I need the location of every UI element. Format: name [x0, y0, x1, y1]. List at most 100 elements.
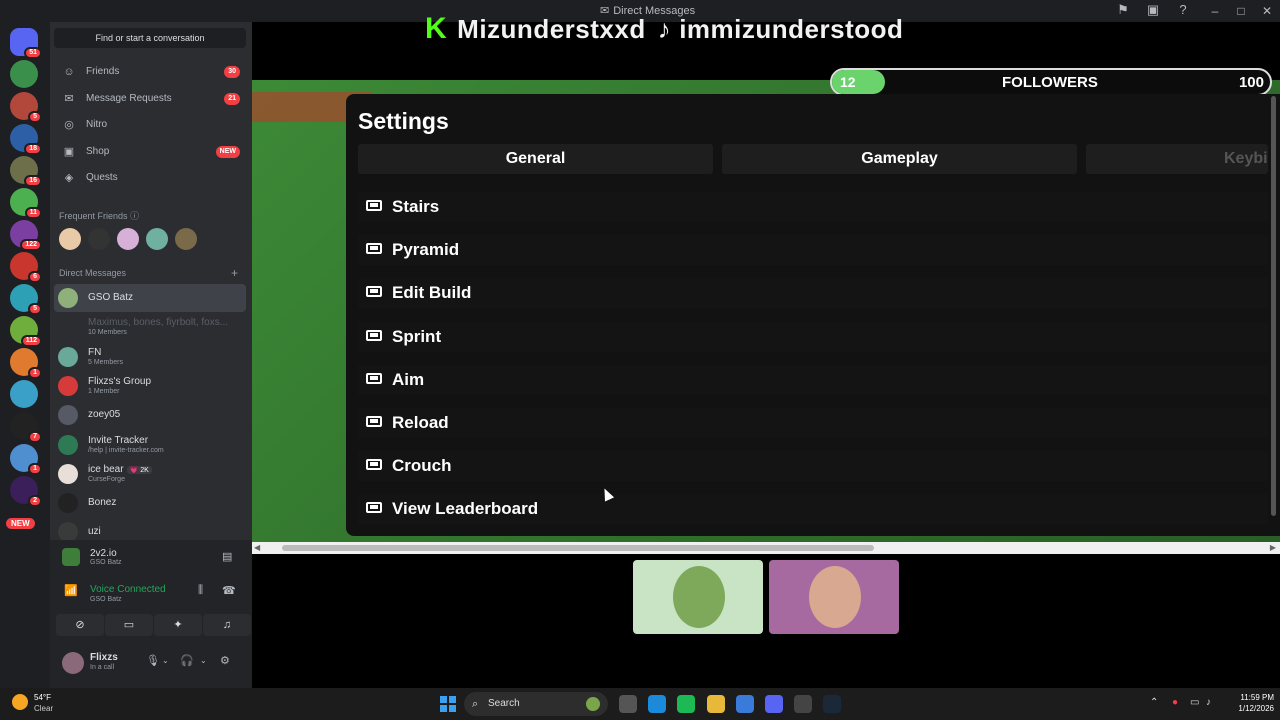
keybind-row[interactable]: Reload	[358, 408, 1268, 438]
sidebar-item-quests[interactable]: ◈ Quests	[54, 166, 246, 190]
avatar[interactable]	[62, 652, 84, 674]
start-icon[interactable]	[440, 696, 456, 712]
avatar[interactable]	[146, 228, 168, 250]
speaker-icon[interactable]: ♪	[1206, 697, 1211, 708]
microphone-icon[interactable]: 🎙	[146, 654, 160, 667]
sidebar-item-shop[interactable]: ▣ Shop NEW	[54, 140, 246, 164]
gear-icon[interactable]: ⚙	[220, 654, 230, 667]
chevron-down-icon[interactable]: ⌄	[200, 656, 207, 665]
keybind-row[interactable]: Edit Build	[358, 278, 1268, 309]
chevron-down-icon[interactable]: ⌄	[162, 656, 169, 665]
help-icon[interactable]: ?	[1174, 2, 1192, 18]
headphones-icon[interactable]: 🎧	[180, 654, 194, 667]
server-icon[interactable]: 51	[10, 28, 42, 59]
file-explorer-icon[interactable]	[706, 695, 725, 713]
discord-icon[interactable]	[765, 695, 783, 713]
scroll-left-icon[interactable]: ◀	[254, 542, 260, 554]
server-icon[interactable]: 2	[10, 476, 42, 507]
find-conversation-button[interactable]: Find or start a conversation	[54, 28, 246, 48]
keybind-row[interactable]: Sprint	[358, 321, 1268, 352]
store-icon[interactable]	[735, 695, 754, 713]
dm-item[interactable]: Maximus, bones, fiyrbolt, foxs... 10 Memb…	[54, 313, 246, 341]
server-icon[interactable]: 112	[10, 316, 42, 347]
disconnect-icon[interactable]: ☎	[222, 584, 236, 597]
tab-general[interactable]: General	[358, 144, 713, 174]
server-icon[interactable]	[10, 380, 38, 408]
dm-item[interactable]: Flixzs's Group 1 Member	[54, 372, 246, 400]
server-icon[interactable]: 1	[10, 444, 42, 475]
screen-share-icon: ▭	[123, 619, 135, 631]
vertical-scrollbar[interactable]	[1271, 96, 1276, 516]
noise-suppression-icon[interactable]: ⫼	[198, 584, 203, 597]
keybind-row[interactable]: View Leaderboard	[358, 494, 1268, 525]
steam-icon[interactable]	[823, 695, 842, 713]
server-icon[interactable]: 1	[10, 348, 42, 379]
soundboard-button[interactable]: ♫	[203, 614, 251, 636]
task-view-icon[interactable]	[619, 695, 637, 713]
participant-tile[interactable]	[633, 560, 763, 634]
sidebar-item-nitro[interactable]: ◎ Nitro	[54, 113, 246, 137]
avatar[interactable]	[88, 228, 110, 250]
horizontal-scrollbar[interactable]: ◀ ▶	[252, 542, 1280, 554]
avatar[interactable]	[59, 228, 81, 250]
add-dm-button[interactable]: +	[231, 266, 238, 280]
server-icon[interactable]: 5	[10, 92, 42, 123]
participant-tile[interactable]	[769, 560, 899, 634]
sidebar-item-message-requests[interactable]: ✉ Message Requests 21	[54, 87, 246, 111]
unread-badge: 18	[24, 143, 42, 155]
keybind-row[interactable]: Stairs	[358, 192, 1268, 222]
maximize-icon[interactable]: □	[1228, 2, 1254, 20]
server-icon[interactable]: 7	[10, 412, 42, 443]
dm-item[interactable]: ice bear 💗 2K CurseForge	[54, 460, 246, 488]
followers-current: 12	[840, 74, 856, 90]
dm-item[interactable]: Bonez	[54, 489, 246, 517]
game-activity-icon[interactable]: ▤	[222, 550, 232, 563]
scroll-right-icon[interactable]: ▶	[1270, 542, 1276, 554]
server-icon[interactable]: 11	[10, 188, 42, 219]
server-icon[interactable]	[10, 60, 38, 88]
server-icon[interactable]: 18	[10, 124, 42, 155]
keybind-label: Edit Build	[392, 283, 472, 303]
unread-badge: 122	[20, 239, 42, 251]
keyboard-icon	[366, 416, 382, 427]
dm-item[interactable]: Invite Tracker/help | invite-tracker.com	[54, 431, 246, 459]
dm-item[interactable]: zoey05	[54, 401, 246, 429]
dm-item[interactable]: GSO Batz	[54, 284, 246, 312]
server-icon[interactable]: 122	[10, 220, 42, 251]
server-icon[interactable]: 5	[10, 284, 42, 315]
camera-off-button[interactable]: ⊘	[56, 614, 104, 636]
scroll-thumb[interactable]	[282, 545, 874, 551]
clock[interactable]: 11:59 PM 1/12/2026	[1222, 692, 1274, 714]
spotify-icon[interactable]	[677, 695, 696, 713]
display-icon[interactable]: ▭	[1190, 697, 1199, 708]
chrome-icon[interactable]	[794, 695, 813, 713]
edge-icon[interactable]	[648, 695, 667, 713]
server-icon[interactable]: 6	[10, 252, 42, 283]
keybind-row[interactable]: Crouch	[358, 451, 1268, 482]
avatar[interactable]	[117, 228, 139, 250]
microphone-icon[interactable]: ●	[1172, 697, 1178, 708]
taskbar-search[interactable]: ⌕ Search	[464, 692, 608, 716]
inbox-icon[interactable]: ⚑	[1114, 2, 1132, 18]
screen-icon[interactable]: ▣	[1144, 2, 1162, 18]
activities-button[interactable]: ✦	[154, 614, 202, 636]
avatar	[58, 346, 78, 367]
server-icon[interactable]: 16	[10, 156, 42, 187]
tab-gameplay[interactable]: Gameplay	[722, 144, 1077, 174]
info-icon[interactable]: ⓘ	[130, 211, 139, 221]
screen-share-button[interactable]: ▭	[105, 614, 153, 636]
avatar[interactable]	[175, 228, 197, 250]
close-icon[interactable]: ✕	[1254, 2, 1280, 20]
minimize-icon[interactable]: –	[1202, 2, 1228, 20]
keybind-row[interactable]: Pyramid	[358, 235, 1268, 266]
tab-keybi[interactable]: Keybi	[1086, 144, 1268, 174]
sidebar-item-friends[interactable]: ☺ Friends 30	[54, 60, 246, 84]
status-badge: 💗 2K	[126, 465, 152, 474]
sidebar-item-label: Message Requests	[86, 92, 172, 104]
dm-item[interactable]: FN 5 Members	[54, 343, 246, 371]
voice-status[interactable]: Voice Connected	[90, 584, 166, 595]
keybind-row[interactable]: Aim	[358, 364, 1268, 395]
frequent-friends-header: Frequent Friends ⓘ	[59, 209, 139, 222]
chevron-up-icon[interactable]: ⌃	[1150, 697, 1158, 708]
frequent-friends-label: Frequent Friends	[59, 211, 128, 221]
